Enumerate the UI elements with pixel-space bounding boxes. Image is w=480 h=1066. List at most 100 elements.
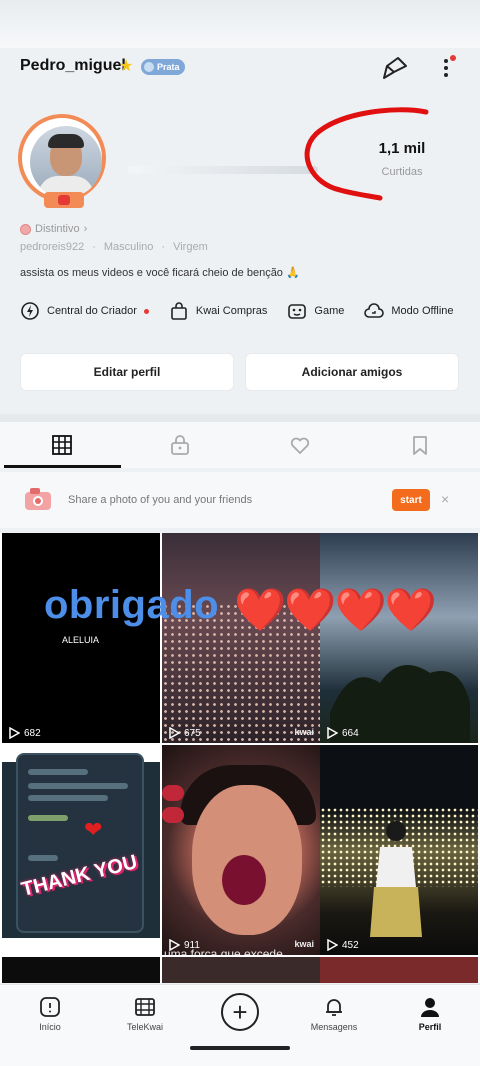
feature-shortcuts: Central do Criador Kwai Compras Game Mod… [20,298,454,324]
badge-icon [144,62,154,72]
kwai-watermark: kwai [294,939,314,949]
play-icon [327,727,338,739]
overlay-hearts: ❤️❤️❤️❤️ [234,586,437,633]
video-thumbnail[interactable]: 664 [320,533,478,743]
video-thumbnail[interactable]: 675 kwai [162,533,320,743]
notification-dot [450,55,456,61]
kwai-watermark: kwai [294,727,314,737]
meta-separator: · [92,241,96,253]
play-icon [169,727,180,739]
video-thumbnail[interactable] [162,957,320,983]
gamepad-icon [288,304,307,319]
view-count: 452 [326,939,359,951]
nav-messages[interactable]: Mensagens [294,995,374,1032]
overlay-text: obrigado [44,583,220,627]
play-icon [327,939,338,951]
view-count: 772 [8,939,41,951]
film-icon [135,998,155,1016]
feature-label: Kwai Compras [195,305,268,317]
start-button[interactable]: start [392,489,430,511]
view-count: 675 [168,727,201,739]
nav-label: Mensagens [310,1022,358,1032]
bottom-nav: Início TeleKwai + Mensagens Perfil [0,984,480,1066]
video-thumbnail[interactable]: 911 kwai uma força que excede [162,745,320,955]
share-photo-banner: Share a photo of you and your friends st… [0,472,480,528]
profile-gender: Masculino [103,241,154,253]
video-thumbnail[interactable] [2,957,160,983]
play-icon [58,195,70,205]
tab-liked[interactable] [240,422,360,468]
feature-label: Game [314,305,345,317]
close-icon[interactable]: × [441,491,449,507]
thumbnail-caption: uma força que excede [164,947,283,955]
profile-meta: pedroreis922 · Masculino · Virgem [20,241,208,253]
edit-profile-button[interactable]: Editar perfil [20,353,234,391]
video-thumbnail[interactable]: ❤ THANK YOU 772 [2,745,160,955]
feature-label: Modo Offline [391,305,454,317]
more-menu-button[interactable] [436,53,456,83]
singer-silhouette [370,821,422,937]
bookmark-icon [413,436,427,455]
distintivo-label: Distintivo [35,223,80,235]
thumbnail-caption: ALELUIA [62,635,100,645]
nav-label: Início [39,1022,61,1032]
heart-icon [290,437,310,454]
distintivo-link[interactable]: Distintivo › [20,223,87,235]
video-thumbnail[interactable]: ALELUIA 682 [2,533,160,743]
avatar-photo [30,126,102,198]
nav-label: TeleKwai [126,1022,164,1032]
nav-home[interactable]: Início [10,995,90,1032]
view-count: 682 [8,727,41,739]
tab-videos[interactable] [2,422,122,468]
video-thumbnail[interactable]: 452 [320,745,478,955]
play-icon [9,939,20,951]
grid-icon [52,435,72,455]
avatar-ring [18,114,106,202]
profile-bio: assista os meus videos e você ficará che… [20,267,300,279]
active-tab-indicator [4,465,121,468]
profile-sign: Virgem [173,241,208,253]
meta-separator: · [161,241,166,253]
tab-saved[interactable] [360,422,480,468]
offline-mode-button[interactable]: Modo Offline [364,298,454,324]
view-count: 664 [326,727,359,739]
tab-private[interactable] [120,422,240,468]
create-button[interactable]: + [221,993,259,1031]
profile-icon [421,998,439,1017]
share-icon[interactable] [380,52,410,82]
add-friends-button[interactable]: Adicionar amigos [245,353,459,391]
offline-cloud-icon [364,303,385,318]
nav-telekwai[interactable]: TeleKwai [105,995,185,1032]
star-icon: ★ [119,58,134,75]
feature-label: Central do Criador [47,305,137,317]
level-badge[interactable]: Prata [141,59,185,75]
username: Pedro_miguel [20,57,126,74]
more-dot-icon [444,59,448,63]
video-thumbnail[interactable] [320,957,478,983]
creator-center-button[interactable]: Central do Criador [20,298,149,324]
home-indicator[interactable] [190,1046,290,1050]
likes-count[interactable]: 1,1 mil [340,140,464,157]
likes-label: Curtidas [381,166,423,178]
distintivo-icon [20,223,31,235]
bolt-icon [21,302,39,320]
more-dot-icon [444,73,448,77]
lock-icon [171,435,189,455]
notification-dot [143,308,149,314]
profile-header: Pedro_miguel ★ Prata [0,48,480,88]
bell-icon [326,999,342,1016]
chevron-right-icon: › [83,223,88,235]
badge-label: Prata [157,62,180,72]
profile-handle: pedroreis922 [20,241,85,253]
game-button[interactable]: Game [287,298,344,324]
heart-sticker-icon: ❤ [84,817,103,842]
nav-profile[interactable]: Perfil [390,995,470,1032]
camera-sticker-icon [25,488,51,510]
more-dot-icon [444,66,448,70]
nav-label: Perfil [418,1022,442,1032]
status-area [0,0,480,48]
content-tabs [0,422,480,468]
shopping-bag-icon [171,302,187,320]
kwai-shopping-button[interactable]: Kwai Compras [169,298,268,324]
avatar[interactable] [18,114,110,208]
